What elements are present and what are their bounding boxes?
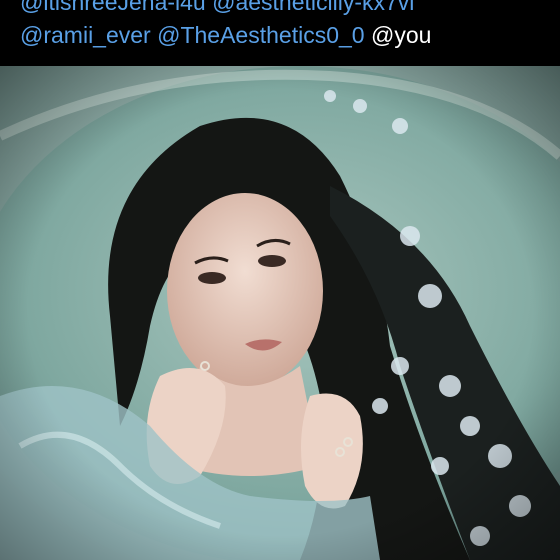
mention-link[interactable]: @itishreeJena-l4u xyxy=(20,0,206,15)
photo-illustration xyxy=(0,66,560,560)
caption-line-2: @ramii_ever @TheAesthetics0_0 @you xyxy=(20,21,431,49)
post-screen: @itishreeJena-l4u @aestheticlily-kx7vi @… xyxy=(0,0,560,560)
mention-link[interactable]: @ramii_ever xyxy=(20,22,151,48)
mention-link[interactable]: @aestheticlily-kx7vi xyxy=(212,0,414,15)
post-photo[interactable] xyxy=(0,66,560,560)
caption-line-1: @itishreeJena-l4u @aestheticlily-kx7vi xyxy=(20,0,414,16)
caption: @itishreeJena-l4u @aestheticlily-kx7vi @… xyxy=(0,0,560,66)
mention-link[interactable]: @TheAesthetics0_0 xyxy=(157,22,364,48)
self-mention[interactable]: @you xyxy=(371,22,431,48)
vignette xyxy=(0,66,560,560)
